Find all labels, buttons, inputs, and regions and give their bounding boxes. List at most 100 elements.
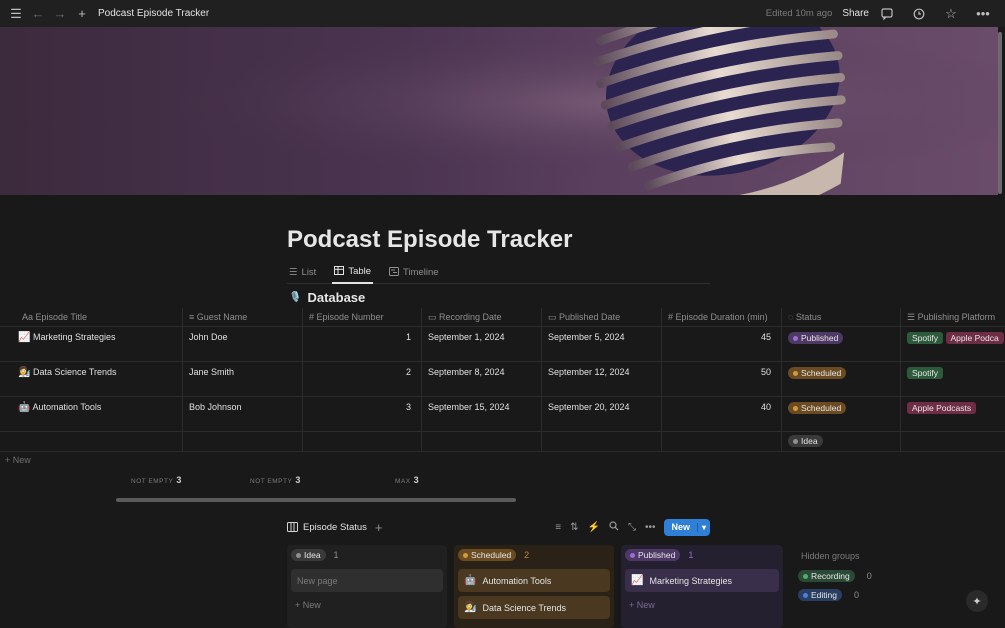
calc-label: NOT EMPTY (131, 478, 174, 485)
episode-number-cell[interactable]: 3 (303, 397, 422, 431)
column-header-episode-duration[interactable]: # Episode Duration (min) (662, 308, 782, 326)
column-header[interactable]: Idea 1 (287, 545, 447, 565)
table-row[interactable]: 🤖 Automation Tools Bob Johnson 3 Septemb… (0, 397, 1005, 432)
new-page-card[interactable]: New page (291, 569, 443, 592)
platform-cell[interactable]: Apple Podcasts (901, 397, 1005, 431)
robot-icon: 🤖 (464, 575, 477, 586)
add-new-row-button[interactable]: + New (5, 455, 31, 465)
board-column-published: Published 1 📈 Marketing Strategies + New (621, 545, 783, 628)
table-row[interactable]: 👩‍🔬 Data Science Trends Jane Smith 2 Sep… (0, 362, 1005, 397)
board-card[interactable]: 📈 Marketing Strategies (625, 569, 779, 592)
calculation-episode-number[interactable]: NOT EMPTY 3 (250, 475, 300, 485)
table-row[interactable]: 📈 Marketing Strategies John Doe 1 Septem… (0, 327, 1005, 362)
recording-date-cell[interactable]: September 8, 2024 (422, 362, 542, 396)
published-date-cell[interactable]: September 20, 2024 (542, 397, 662, 431)
expand-icon[interactable]: ⤡ (628, 522, 636, 533)
column-header-publishing-platform[interactable]: ☰ Publishing Platform (901, 308, 1005, 326)
column-header[interactable]: Published 1 (621, 545, 783, 565)
automation-lightning-icon[interactable]: ⚡ (588, 522, 600, 533)
chart-increasing-icon: 📈 (631, 575, 644, 586)
group-badge: Idea (291, 549, 326, 561)
column-header-guest-name[interactable]: ≡ Guest Name (183, 308, 303, 326)
add-card-button[interactable]: + New (629, 600, 783, 610)
guest-name-cell[interactable] (183, 432, 303, 451)
platform-cell[interactable] (901, 432, 1005, 451)
add-icon[interactable]: + (74, 6, 90, 22)
database-title[interactable]: 🎙️ Database (289, 290, 365, 305)
episode-title-cell[interactable] (0, 432, 183, 451)
guest-name-cell[interactable]: Jane Smith (183, 362, 303, 396)
board-title[interactable]: Episode Status (303, 522, 367, 533)
episode-number-cell[interactable] (303, 432, 422, 451)
hidden-group-recording[interactable]: Recording 0 (798, 570, 872, 582)
status-cell[interactable]: Scheduled (782, 397, 901, 431)
duration-cell[interactable]: 40 (662, 397, 782, 431)
episode-title-cell[interactable]: 📈 Marketing Strategies (0, 327, 183, 361)
recording-date-cell[interactable]: September 15, 2024 (422, 397, 542, 431)
table-horizontal-scrollbar[interactable] (116, 498, 516, 502)
episode-title-cell[interactable]: 👩‍🔬 Data Science Trends (0, 362, 183, 396)
column-header-status[interactable]: ◌ Status (782, 308, 901, 326)
column-header-episode-title[interactable]: Aa Episode Title (0, 308, 183, 326)
add-card-button[interactable]: + New (295, 600, 447, 610)
breadcrumb-title[interactable]: Podcast Episode Tracker (98, 8, 209, 19)
sort-icon[interactable]: ⇅ (570, 522, 578, 533)
guest-name-cell[interactable]: John Doe (183, 327, 303, 361)
column-header-label: Episode Number (316, 312, 384, 322)
guest-name-cell[interactable]: Bob Johnson (183, 397, 303, 431)
tab-timeline[interactable]: Timeline (387, 262, 441, 284)
card-title: Automation Tools (482, 575, 552, 586)
history-clock-icon[interactable] (911, 6, 927, 22)
column-header-recording-date[interactable]: ▭ Recording Date (422, 308, 542, 326)
share-button[interactable]: Share (842, 8, 869, 19)
episode-number-cell[interactable]: 1 (303, 327, 422, 361)
menu-icon[interactable]: ☰ (8, 6, 24, 22)
chevron-down-icon[interactable]: ▾ (696, 522, 710, 532)
plus-icon: + (5, 455, 11, 465)
published-date-cell[interactable]: September 12, 2024 (542, 362, 662, 396)
status-cell[interactable]: Published (782, 327, 901, 361)
page-scrollbar[interactable] (998, 32, 1002, 194)
hidden-group-editing[interactable]: Editing 0 (798, 589, 859, 601)
column-header-published-date[interactable]: ▭ Published Date (542, 308, 662, 326)
new-button[interactable]: New ▾ (664, 518, 710, 536)
status-cell[interactable]: Idea (782, 432, 901, 451)
filter-icon[interactable]: ≡ (555, 522, 561, 533)
more-options-icon[interactable]: ••• (975, 6, 991, 22)
ai-assistant-sparkle-icon[interactable]: ✦ (966, 590, 988, 612)
episode-title-cell[interactable]: 🤖 Automation Tools (0, 397, 183, 431)
tab-table[interactable]: Table (332, 262, 374, 284)
board-card[interactable]: 👩‍🔬 Data Science Trends (458, 596, 610, 619)
comments-icon[interactable] (879, 6, 895, 22)
platform-cell[interactable]: Spotify Apple Podca (901, 327, 1005, 361)
board-card[interactable]: 🤖 Automation Tools (458, 569, 610, 592)
recording-date-cell[interactable]: September 1, 2024 (422, 327, 542, 361)
table-row-empty[interactable]: Idea (0, 432, 1005, 452)
timeline-icon (389, 266, 400, 279)
recording-date-cell[interactable] (422, 432, 542, 451)
calculation-guest-name[interactable]: NOT EMPTY 3 (131, 475, 181, 485)
status-cell[interactable]: Scheduled (782, 362, 901, 396)
favorite-star-icon[interactable]: ☆ (943, 6, 959, 22)
published-date-cell[interactable] (542, 432, 662, 451)
forward-arrow-icon[interactable]: → (52, 6, 68, 22)
column-header-episode-number[interactable]: # Episode Number (303, 308, 422, 326)
column-header-label: Publishing Platform (917, 312, 996, 322)
column-header-label: Status (795, 312, 822, 322)
tab-list[interactable]: ☰ List (287, 262, 318, 284)
episode-number-cell[interactable]: 2 (303, 362, 422, 396)
search-icon[interactable] (609, 520, 619, 534)
group-count: 1 (688, 550, 694, 560)
platform-cell[interactable]: Spotify (901, 362, 1005, 396)
more-options-icon[interactable]: ••• (645, 522, 656, 533)
calculation-recording-date[interactable]: MAX 3 (395, 475, 419, 485)
duration-cell[interactable]: 50 (662, 362, 782, 396)
back-arrow-icon[interactable]: ← (30, 6, 46, 22)
column-header[interactable]: Scheduled 2 (454, 545, 614, 565)
page-title[interactable]: Podcast Episode Tracker (287, 226, 572, 254)
duration-cell[interactable] (662, 432, 782, 451)
duration-cell[interactable]: 45 (662, 327, 782, 361)
add-view-icon[interactable]: + (375, 520, 383, 535)
published-date-cell[interactable]: September 5, 2024 (542, 327, 662, 361)
status-dot (793, 405, 798, 411)
